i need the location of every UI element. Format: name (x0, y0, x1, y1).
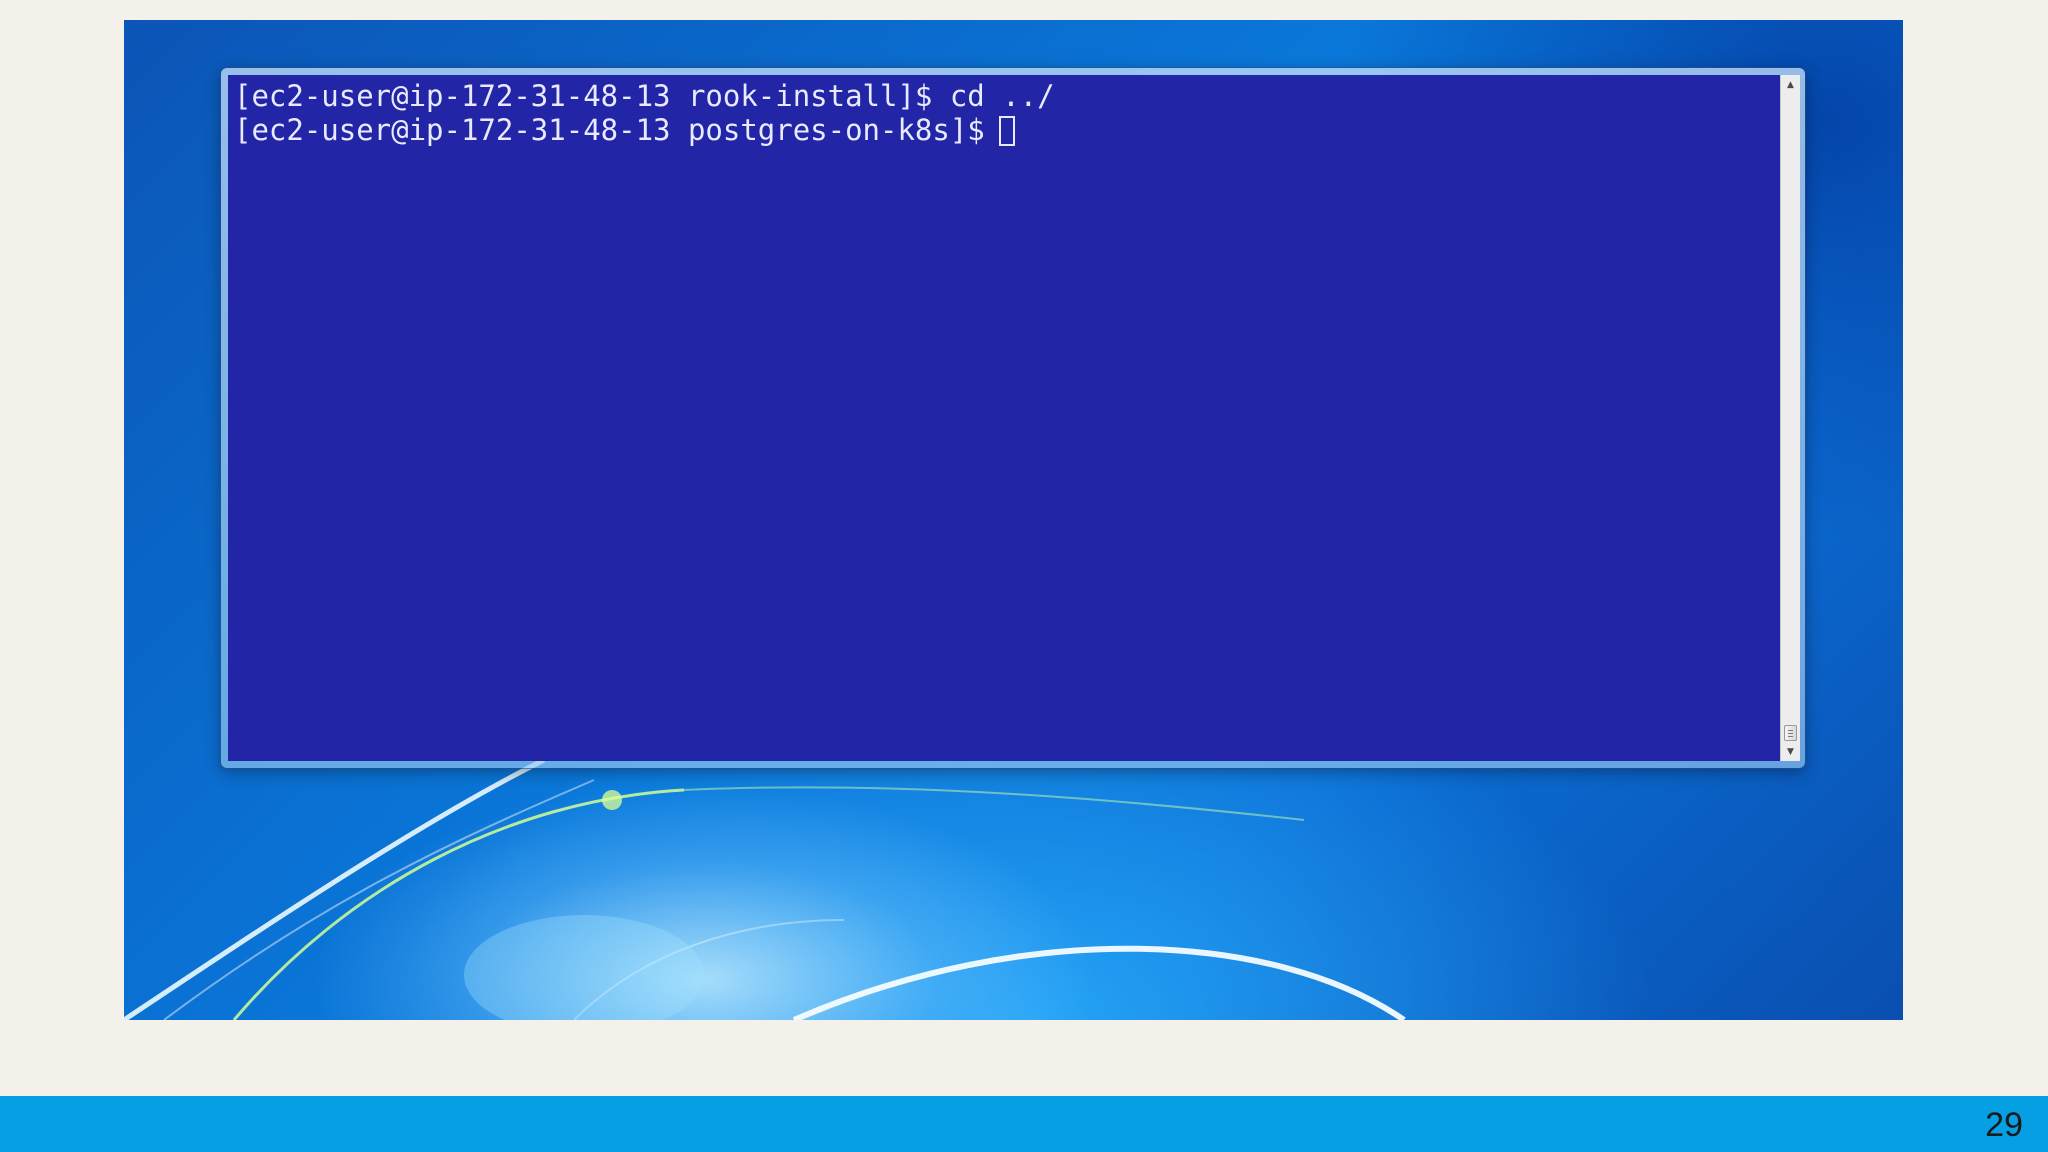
desktop-wallpaper: [ec2-user@ip-172-31-48-13 rook-install]$… (124, 20, 1903, 1020)
vertical-scrollbar[interactable]: ▲ ▼ (1780, 75, 1800, 761)
page-number: 29 (1985, 1106, 2023, 1144)
terminal-prompt-line: [ec2-user@ip-172-31-48-13 postgres-on-k8… (230, 113, 1055, 147)
terminal-window[interactable]: [ec2-user@ip-172-31-48-13 rook-install]$… (221, 68, 1805, 768)
slide-footer-bar: 29 (0, 1096, 2048, 1152)
scroll-thumb[interactable] (1784, 725, 1797, 741)
scroll-down-arrow-icon[interactable]: ▼ (1781, 742, 1800, 761)
terminal-prompt: [ec2-user@ip-172-31-48-13 postgres-on-k8… (234, 113, 985, 147)
text-cursor (998, 116, 1015, 146)
scroll-up-arrow-icon[interactable]: ▲ (1781, 75, 1800, 94)
terminal-console[interactable]: [ec2-user@ip-172-31-48-13 rook-install]$… (228, 75, 1780, 761)
terminal-line: [ec2-user@ip-172-31-48-13 rook-install]$… (234, 79, 1055, 113)
